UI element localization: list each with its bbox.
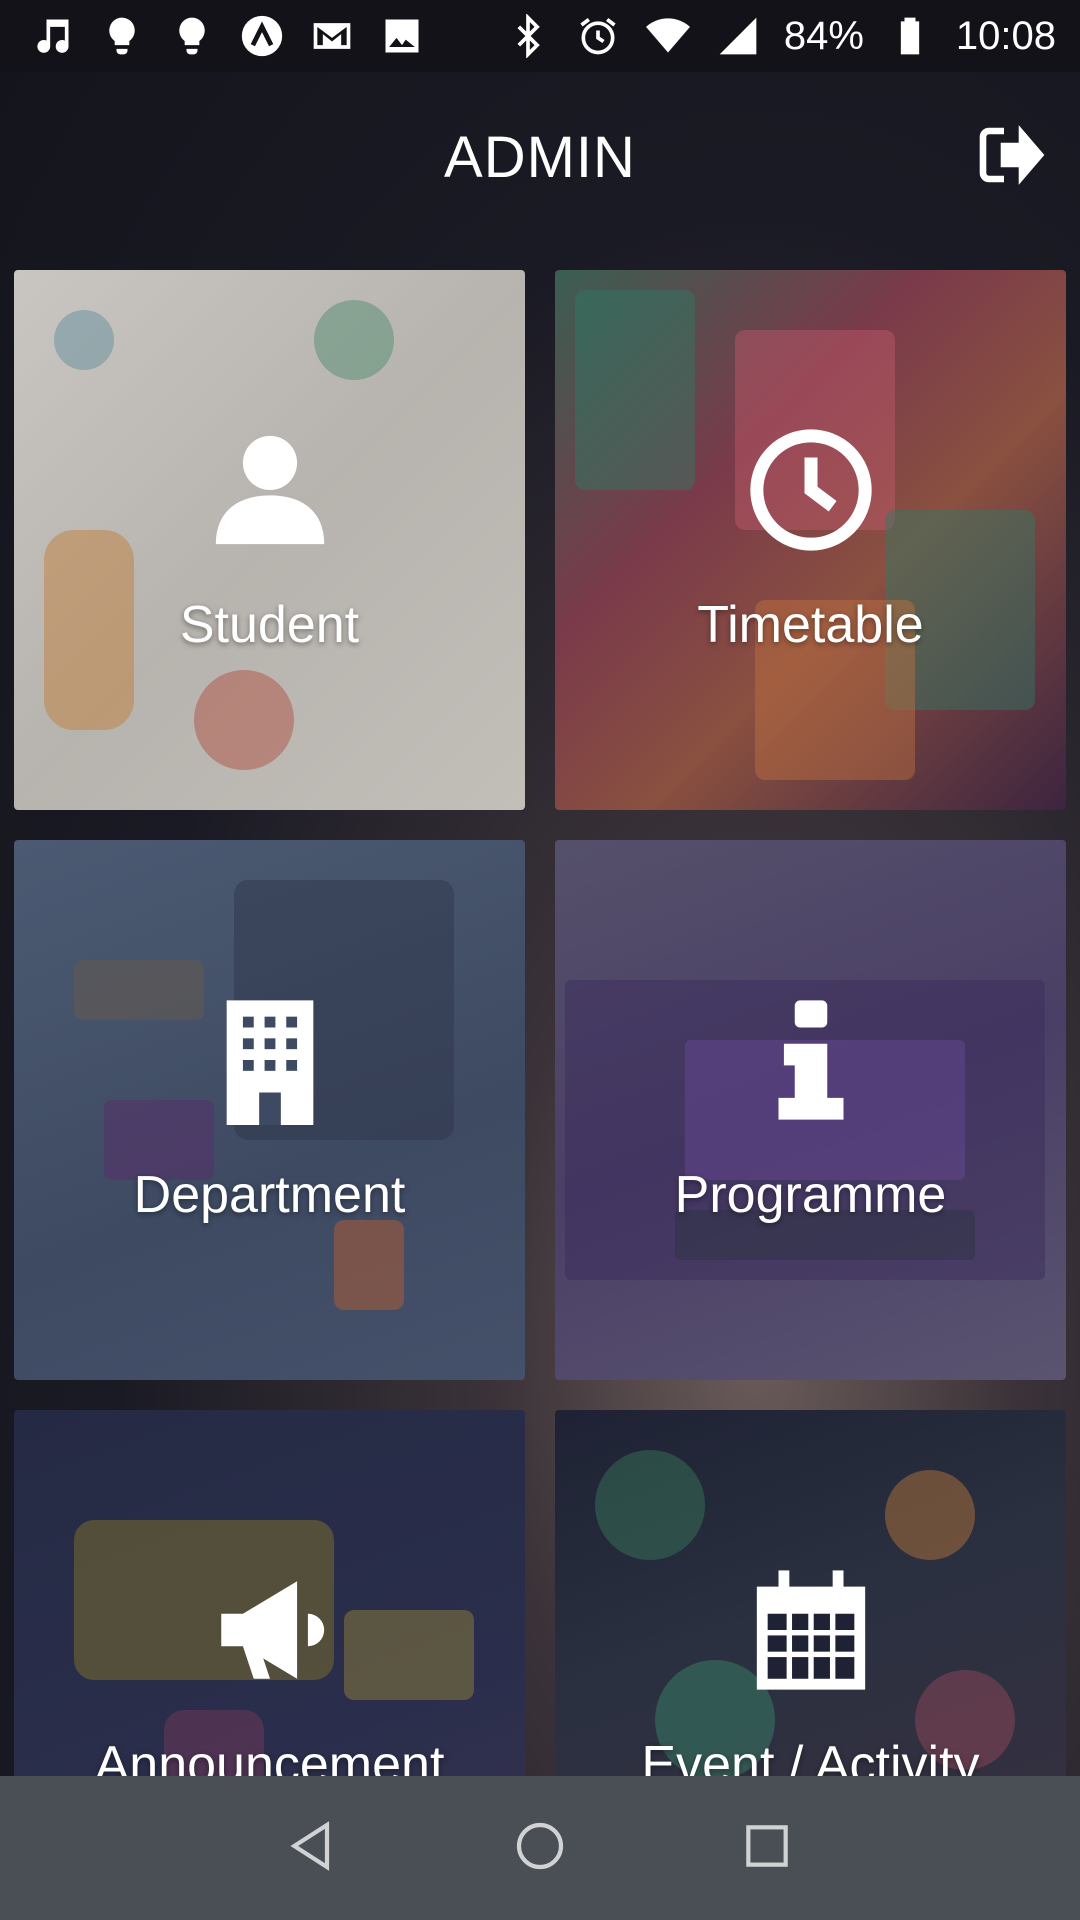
back-icon (285, 1818, 341, 1879)
tile-label: Programme (674, 1166, 947, 1224)
system-nav-bar (0, 1776, 1080, 1920)
user-icon (205, 425, 335, 555)
megaphone-icon (205, 1565, 335, 1695)
system-icons: 84% 10:08 (504, 12, 1056, 60)
tile-label: Department (133, 1166, 406, 1224)
info-icon (746, 995, 876, 1125)
app-header: ADMIN (0, 72, 1080, 242)
logout-button[interactable] (970, 117, 1050, 197)
notification-icons (28, 12, 426, 60)
tile-label: Announcement (94, 1736, 445, 1776)
image-icon (378, 12, 426, 60)
bluetooth-icon (504, 12, 552, 60)
nav-back-button[interactable] (273, 1808, 353, 1888)
logout-icon (974, 119, 1046, 196)
alarm-icon (574, 12, 622, 60)
building-icon (205, 995, 335, 1125)
gmail-icon (308, 12, 356, 60)
tile-student[interactable]: Student (14, 270, 525, 810)
wifi-icon (644, 12, 692, 60)
tile-programme[interactable]: Programme (555, 840, 1066, 1380)
tile-label: Student (179, 596, 360, 654)
tile-announcement[interactable]: Announcement (14, 1410, 525, 1776)
page-title: ADMIN (444, 124, 636, 190)
tile-timetable[interactable]: Timetable (555, 270, 1066, 810)
recents-icon (739, 1818, 795, 1879)
music-note-icon (28, 12, 76, 60)
status-bar: 84% 10:08 (0, 0, 1080, 72)
tile-label: Timetable (697, 596, 924, 654)
nav-recents-button[interactable] (727, 1808, 807, 1888)
clock-icon (746, 425, 876, 555)
clock-time: 10:08 (955, 13, 1056, 58)
app-logo-icon (238, 12, 286, 60)
signal-icon (714, 12, 762, 60)
lightbulb-icon (168, 12, 216, 60)
calendar-icon (746, 1565, 876, 1695)
tile-label: Event / Activity (641, 1736, 980, 1776)
tile-event-activity[interactable]: Event / Activity (555, 1410, 1066, 1776)
lightbulb-icon (98, 12, 146, 60)
battery-icon (886, 12, 934, 60)
nav-home-button[interactable] (500, 1808, 580, 1888)
home-icon (512, 1818, 568, 1879)
menu-grid: Student Timetable Department Programme A… (14, 270, 1066, 1776)
battery-percentage: 84% (783, 13, 864, 58)
tile-department[interactable]: Department (14, 840, 525, 1380)
